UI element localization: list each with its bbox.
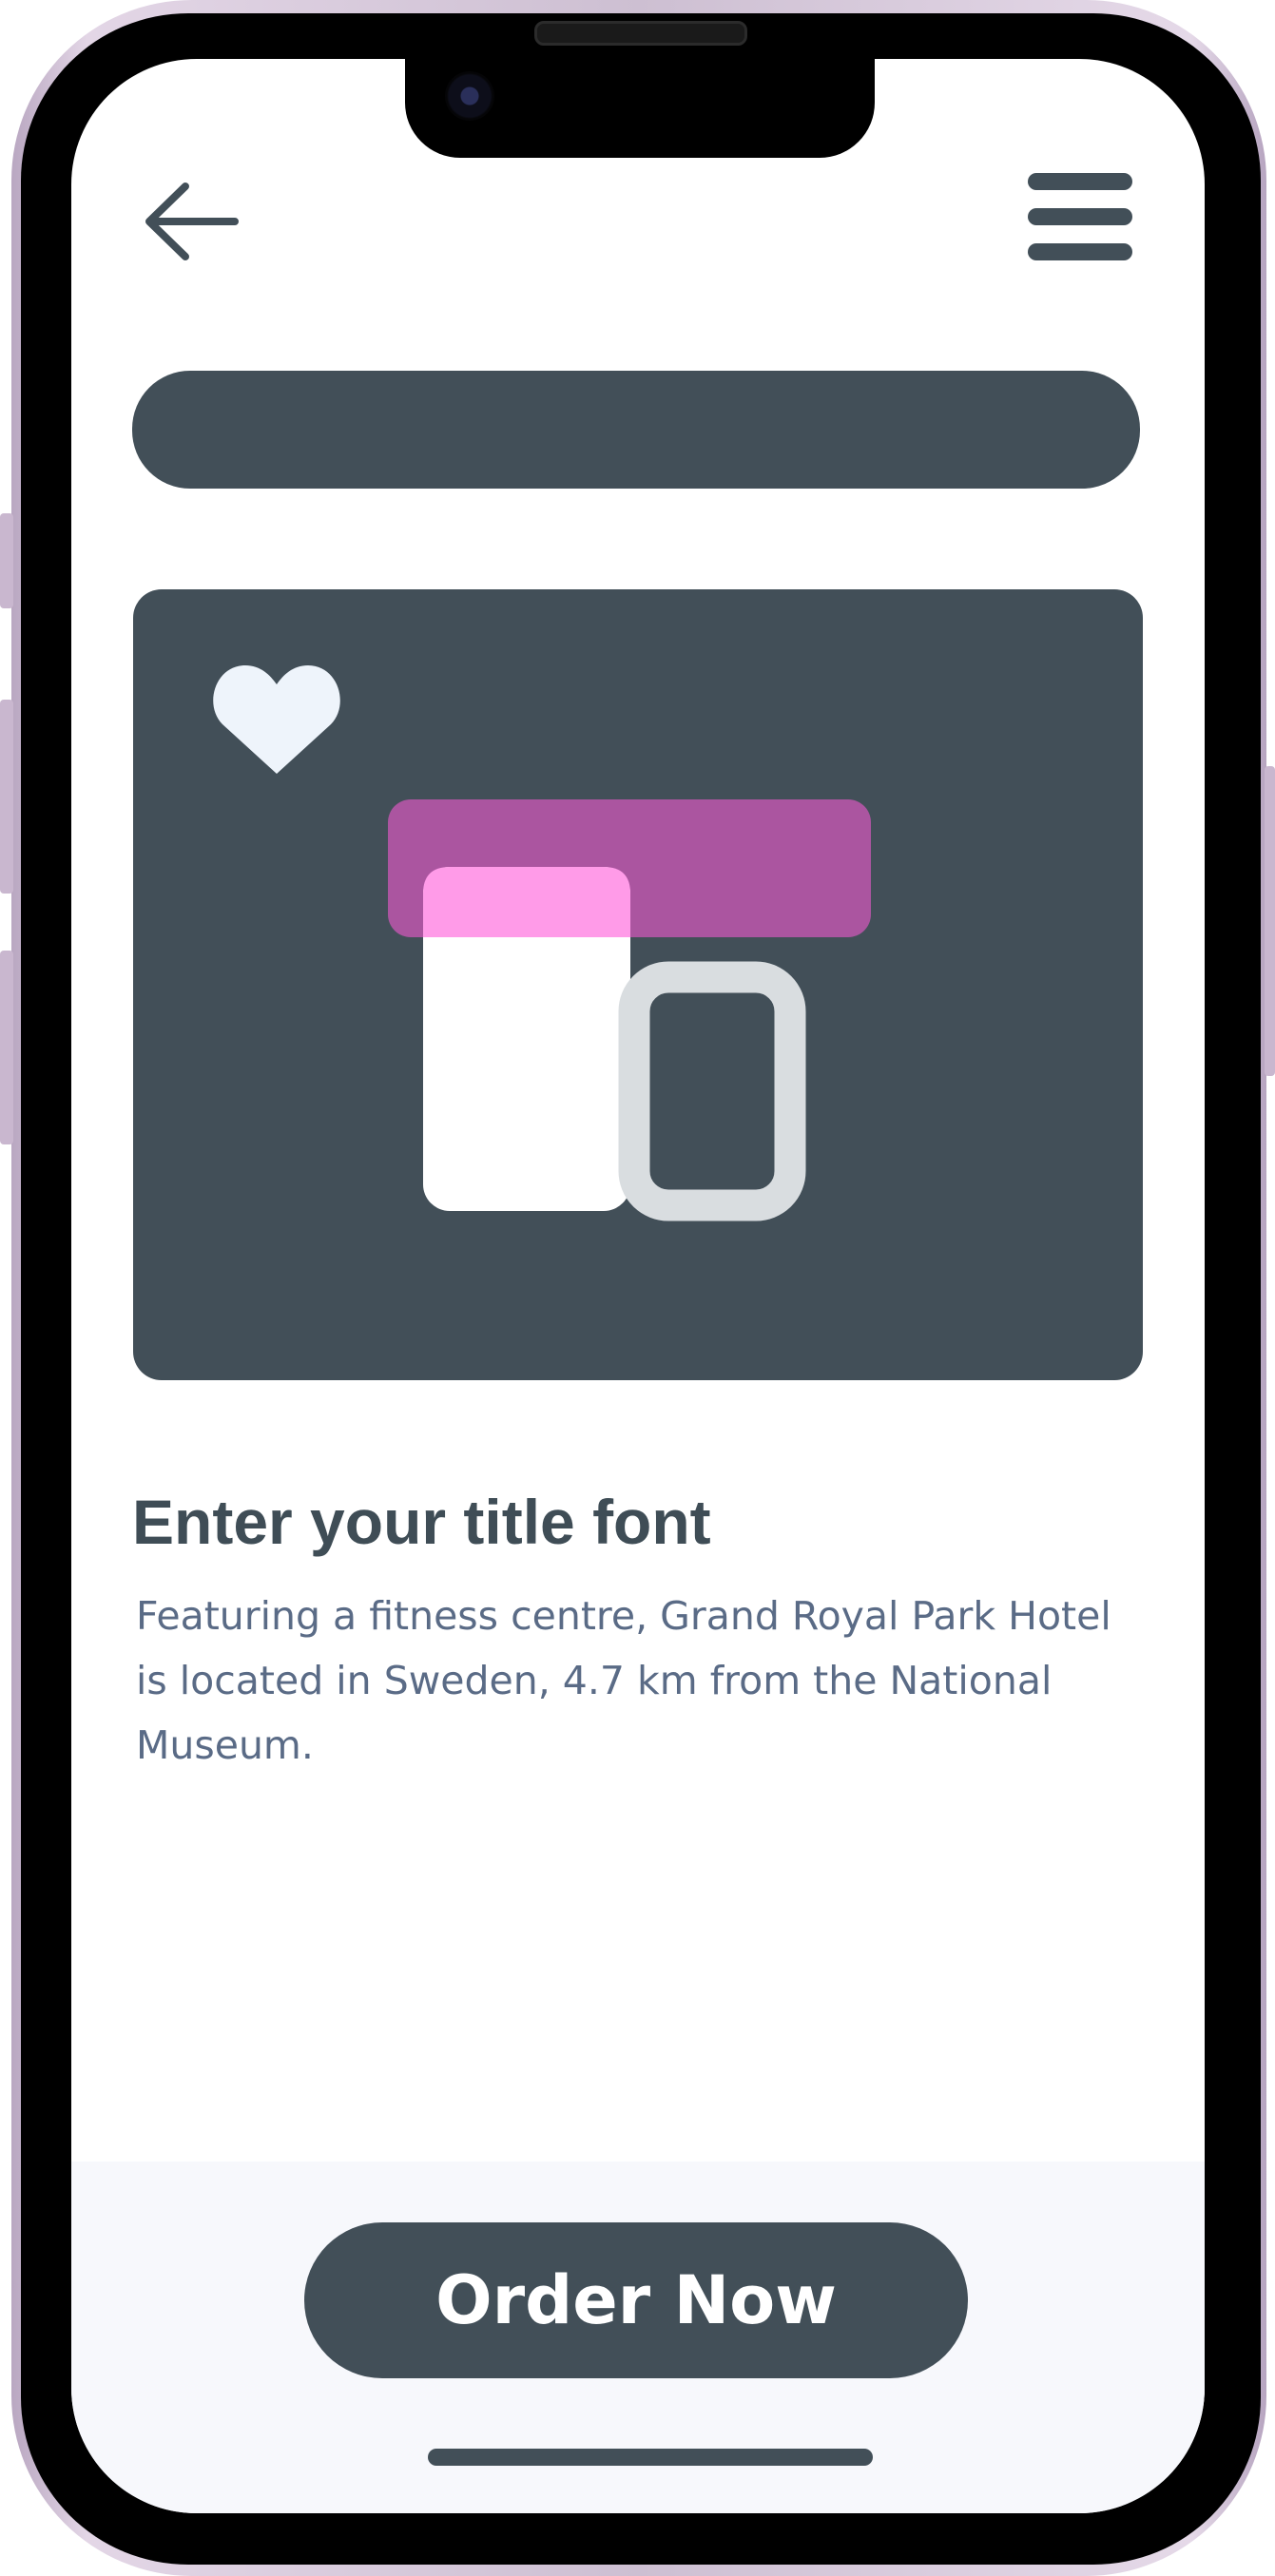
volume-down-button [0, 951, 13, 1144]
app-screen: Enter your title font Featuring a fitnes… [71, 59, 1205, 2513]
description-text: Featuring a fitness centre, Grand Royal … [136, 1593, 1111, 1768]
hamburger-menu-icon[interactable] [1026, 171, 1134, 266]
front-camera [445, 71, 494, 121]
page-title: Enter your title font [132, 1487, 711, 1557]
search-bar[interactable] [132, 371, 1140, 489]
layout-illustration [388, 799, 871, 1221]
silent-switch [0, 513, 13, 608]
power-button [1265, 766, 1275, 1076]
feature-card[interactable] [133, 589, 1143, 1380]
home-indicator[interactable] [428, 2449, 873, 2466]
volume-up-button [0, 700, 13, 894]
arrow-left-icon[interactable] [140, 179, 244, 264]
order-now-button[interactable]: Order Now [304, 2222, 968, 2378]
earpiece-speaker [534, 21, 747, 46]
